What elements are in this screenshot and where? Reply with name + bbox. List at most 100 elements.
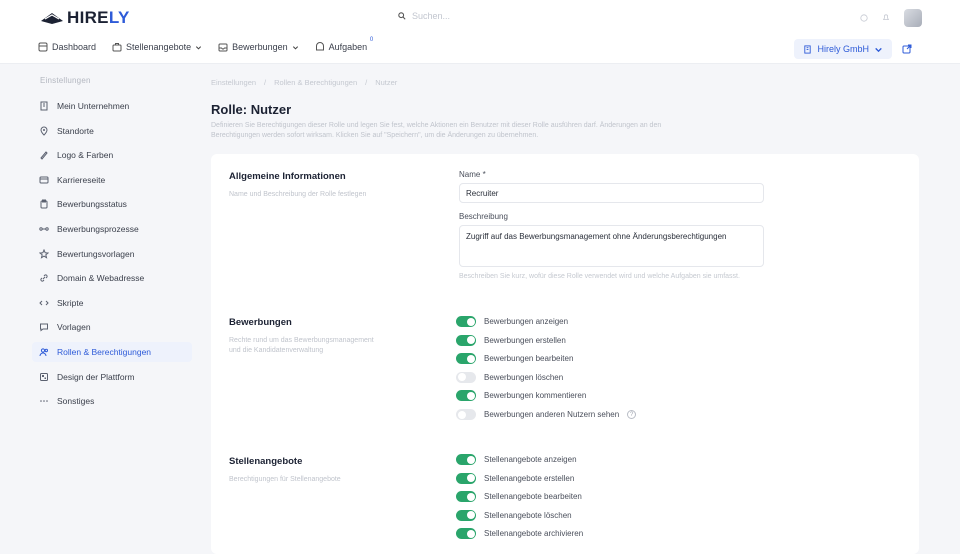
permission-label: Stellenangebote erstellen — [484, 473, 575, 483]
permission-label: Bewerbungen erstellen — [484, 335, 566, 345]
section-title-applications: Bewerbungen — [229, 317, 292, 328]
star-icon — [39, 248, 49, 259]
user-avatar[interactable] — [904, 9, 922, 27]
role-name-input[interactable] — [459, 183, 764, 203]
company-switcher[interactable]: Hirely GmbH — [794, 39, 892, 59]
sidebar-item-label: Sonstiges — [57, 396, 95, 407]
sidebar-item-skripte[interactable]: Skripte — [32, 293, 192, 313]
role-settings-card: Allgemeine Informationen Name und Beschr… — [211, 154, 919, 554]
section-desc-jobs: Berechtigungen für Stellenangebote — [229, 476, 341, 483]
sidebar-item-domain-webadresse[interactable]: Domain & Webadresse — [32, 268, 192, 288]
sidebar-item-label: Rollen & Berechtigungen — [57, 346, 152, 357]
role-description-input[interactable]: Zugriff auf das Bewerbungsmanagement ohn… — [459, 225, 764, 267]
permission-toggle[interactable] — [456, 528, 476, 540]
section-desc-applications: Rechte rund um das Bewerbungsmanagement … — [229, 337, 374, 354]
permission-toggle[interactable] — [456, 353, 476, 365]
permission-row: Stellenangebote bearbeiten — [456, 491, 582, 503]
external-link-icon[interactable] — [902, 44, 912, 54]
permission-label: Bewerbungen anzeigen — [484, 317, 569, 326]
permission-row: Bewerbungen erstellen — [456, 334, 566, 346]
name-label: Name * — [459, 170, 486, 179]
permission-row: Bewerbungen anzeigen — [456, 316, 568, 327]
description-hint: Beschreiben Sie kurz, wofür diese Rolle … — [459, 273, 740, 280]
section-desc-general: Name und Beschreibung der Rolle festlege… — [229, 191, 367, 198]
sidebar-heading: Einstellungen — [40, 76, 91, 85]
help-icon[interactable] — [860, 14, 868, 22]
permission-label: Bewerbungen kommentieren — [484, 391, 587, 401]
sidebar-item-logo-farben[interactable]: Logo & Farben — [32, 145, 192, 165]
users-icon — [39, 348, 49, 357]
permission-row: Stellenangebote archivieren — [456, 528, 584, 540]
permission-row: Stellenangebote löschen — [456, 509, 572, 521]
sidebar-item-rollen-berechtigungen[interactable]: Rollen & Berechtigungen — [32, 341, 192, 362]
permission-toggle[interactable] — [456, 316, 476, 327]
permission-toggle[interactable] — [456, 509, 476, 521]
search-icon — [398, 12, 406, 20]
permission-label: Bewerbungen anderen Nutzern sehen — [484, 410, 620, 419]
brand-logo[interactable]: HIRELY — [40, 8, 130, 28]
permission-row: Stellenangebote erstellen — [456, 472, 575, 484]
building-icon — [804, 44, 812, 54]
sidebar-item-label: Karriereseite — [57, 174, 106, 185]
breadcrumb-separator: / — [365, 78, 368, 87]
breadcrumb: Einstellungen / Rollen & Berechtigungen / Nu… — [211, 78, 397, 87]
permission-label: Stellenangebote anzeigen — [484, 455, 577, 464]
help-icon[interactable]: ? — [627, 410, 637, 419]
permission-row: Stellenangebote anzeigen — [456, 454, 577, 465]
sidebar-item-bewerbungsprozesse[interactable]: Bewerbungsprozesse — [32, 219, 192, 239]
bell-icon[interactable] — [882, 14, 890, 22]
sidebar-item-label: Vorlagen — [57, 322, 91, 333]
sidebar-item-sonstiges[interactable]: Sonstiges — [32, 391, 192, 411]
breadcrumb-item[interactable]: Rollen & Berechtigungen — [274, 78, 357, 87]
description-label: Beschreibung — [459, 212, 508, 221]
breadcrumb-item[interactable]: Einstellungen — [211, 78, 256, 87]
sidebar-item-label: Logo & Farben — [57, 150, 114, 161]
dashboard-icon — [38, 42, 48, 52]
breadcrumb-item[interactable]: Nutzer — [375, 78, 397, 87]
chat-icon — [40, 323, 48, 332]
nav-tasks[interactable]: Aufgaben 0 — [315, 37, 373, 52]
page-description: Definieren Sie Berechtigungen dieser Rol… — [211, 122, 662, 139]
sidebar-item-label: Bewertungsvorlagen — [57, 248, 135, 259]
nav-dashboard[interactable]: Dashboard — [38, 42, 96, 52]
permission-toggle[interactable] — [456, 454, 476, 465]
permission-toggle[interactable] — [456, 409, 476, 420]
sidebar-item-bewertungsvorlagen[interactable]: Bewertungsvorlagen — [32, 244, 192, 264]
inbox-icon — [218, 43, 228, 52]
sidebar-item-label: Skripte — [57, 297, 84, 308]
permission-row: Bewerbungen löschen — [456, 371, 564, 383]
nav-applications[interactable]: Bewerbungen — [218, 42, 299, 52]
sidebar-item-karriereseite[interactable]: Karriereseite — [32, 170, 192, 190]
permission-toggle[interactable] — [456, 371, 476, 383]
permission-toggle[interactable] — [456, 472, 476, 484]
permission-label: Bewerbungen löschen — [484, 372, 564, 382]
sidebar-item-label: Domain & Webadresse — [57, 273, 145, 284]
sidebar-item-vorlagen[interactable]: Vorlagen — [32, 317, 192, 337]
sidebar-item-label: Bewerbungsstatus — [57, 199, 127, 210]
sidebar-item-label: Standorte — [57, 125, 94, 136]
building-icon — [40, 101, 48, 111]
sidebar-item-label: Design der Plattform — [57, 371, 135, 382]
search-input[interactable] — [412, 11, 612, 21]
tasks-icon — [315, 42, 324, 51]
sidebar-item-mein-unternehmen[interactable]: Mein Unternehmen — [32, 96, 192, 116]
code-icon — [39, 300, 49, 306]
sidebar-item-design-der-plattform[interactable]: Design der Plattform — [32, 367, 192, 387]
permission-label: Bewerbungen bearbeiten — [484, 354, 574, 364]
permission-row: Bewerbungen bearbeiten — [456, 353, 574, 365]
permission-toggle[interactable] — [456, 334, 476, 346]
permission-label: Stellenangebote archivieren — [484, 529, 584, 539]
location-pin-icon — [40, 126, 48, 136]
top-bar: HIRELY — [0, 0, 960, 34]
clipboard-icon — [40, 199, 48, 209]
chevron-down-icon — [196, 45, 202, 50]
permission-toggle[interactable] — [456, 390, 476, 402]
sidebar-item-standorte[interactable]: Standorte — [32, 121, 192, 141]
chevron-down-icon — [875, 47, 882, 52]
permission-row: Bewerbungen anderen Nutzern sehen? — [456, 409, 637, 420]
permission-label: Stellenangebote löschen — [484, 510, 572, 520]
permission-toggle[interactable] — [456, 491, 476, 503]
nav-jobs[interactable]: Stellenangebote — [112, 42, 202, 52]
chevron-down-icon — [292, 45, 298, 50]
sidebar-item-bewerbungsstatus[interactable]: Bewerbungsstatus — [32, 194, 192, 214]
